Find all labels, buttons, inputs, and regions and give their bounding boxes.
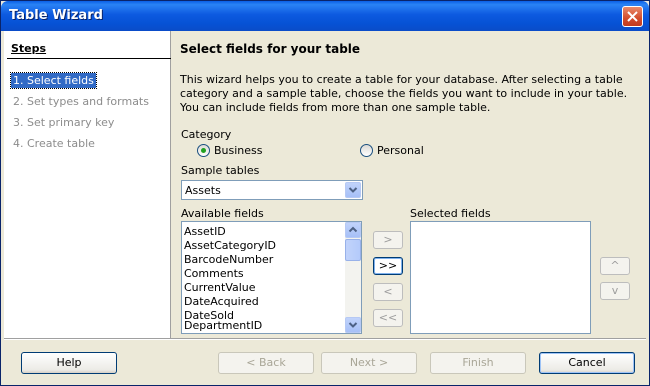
- step-select-fields[interactable]: 1. Select fields: [10, 72, 97, 89]
- add-one-button[interactable]: >: [373, 231, 403, 249]
- remove-one-button[interactable]: <: [373, 283, 403, 301]
- list-item[interactable]: AssetCategoryID: [184, 239, 276, 253]
- selected-fields-list[interactable]: [410, 221, 591, 334]
- dropdown-button[interactable]: [345, 182, 361, 198]
- scroll-down-button[interactable]: [345, 317, 361, 333]
- step-set-types[interactable]: 2. Set types and formats: [11, 94, 151, 109]
- scroll-up-button[interactable]: [345, 222, 361, 238]
- selected-fields-label: Selected fields: [410, 207, 491, 220]
- close-icon: [627, 11, 638, 22]
- back-button[interactable]: < Back: [218, 352, 314, 374]
- personal-radio[interactable]: [360, 144, 373, 157]
- chevron-down-icon: [348, 322, 358, 328]
- wizard-body: Steps 1. Select fields 2. Set types and …: [4, 31, 646, 383]
- list-item[interactable]: BarcodeNumber: [184, 253, 273, 267]
- remove-all-button[interactable]: <<: [373, 309, 403, 327]
- page-title: Select fields for your table: [180, 42, 361, 56]
- content-area: Select fields for your table This wizard…: [171, 31, 646, 338]
- available-fields-label: Available fields: [181, 207, 264, 220]
- available-fields-list[interactable]: AssetID AssetCategoryID BarcodeNumber Co…: [181, 221, 362, 334]
- next-button[interactable]: Next >: [321, 352, 417, 374]
- available-fields-scrollbar[interactable]: [345, 222, 361, 333]
- move-up-button[interactable]: ^: [600, 257, 630, 275]
- chevron-up-icon: [348, 226, 358, 233]
- step-primary-key[interactable]: 3. Set primary key: [11, 115, 116, 130]
- list-item[interactable]: CurrentValue: [184, 281, 256, 295]
- category-label: Category: [181, 128, 232, 141]
- table-wizard-window: Table Wizard Steps 1. Select fields 2. S…: [0, 0, 650, 386]
- personal-radio-label[interactable]: Personal: [377, 144, 424, 157]
- business-radio[interactable]: [197, 144, 210, 157]
- cancel-button[interactable]: Cancel: [539, 352, 635, 374]
- close-button[interactable]: [622, 6, 643, 27]
- steps-panel: Steps 1. Select fields 2. Set types and …: [4, 31, 171, 338]
- list-item[interactable]: DepartmentID: [184, 319, 262, 332]
- sample-tables-dropdown[interactable]: Assets: [181, 180, 363, 200]
- help-button[interactable]: Help: [21, 352, 117, 374]
- list-item[interactable]: DateAcquired: [184, 295, 259, 309]
- footer-divider-highlight: [4, 339, 646, 340]
- sample-tables-label: Sample tables: [181, 164, 260, 177]
- move-down-button[interactable]: v: [600, 282, 630, 300]
- sample-tables-value: Assets: [185, 184, 221, 197]
- title-bar[interactable]: Table Wizard: [1, 1, 649, 31]
- list-item[interactable]: Comments: [184, 267, 244, 281]
- window-title: Table Wizard: [9, 8, 103, 23]
- steps-divider: [7, 58, 171, 59]
- add-all-button[interactable]: >>: [373, 257, 403, 275]
- steps-heading: Steps: [11, 42, 47, 55]
- chevron-down-icon: [348, 187, 358, 193]
- list-item[interactable]: AssetID: [184, 225, 226, 239]
- scroll-thumb[interactable]: [345, 239, 361, 261]
- finish-button[interactable]: Finish: [430, 352, 526, 374]
- business-radio-label[interactable]: Business: [214, 144, 263, 157]
- step-create-table[interactable]: 4. Create table: [11, 136, 97, 151]
- intro-text: This wizard helps you to create a table …: [180, 73, 628, 114]
